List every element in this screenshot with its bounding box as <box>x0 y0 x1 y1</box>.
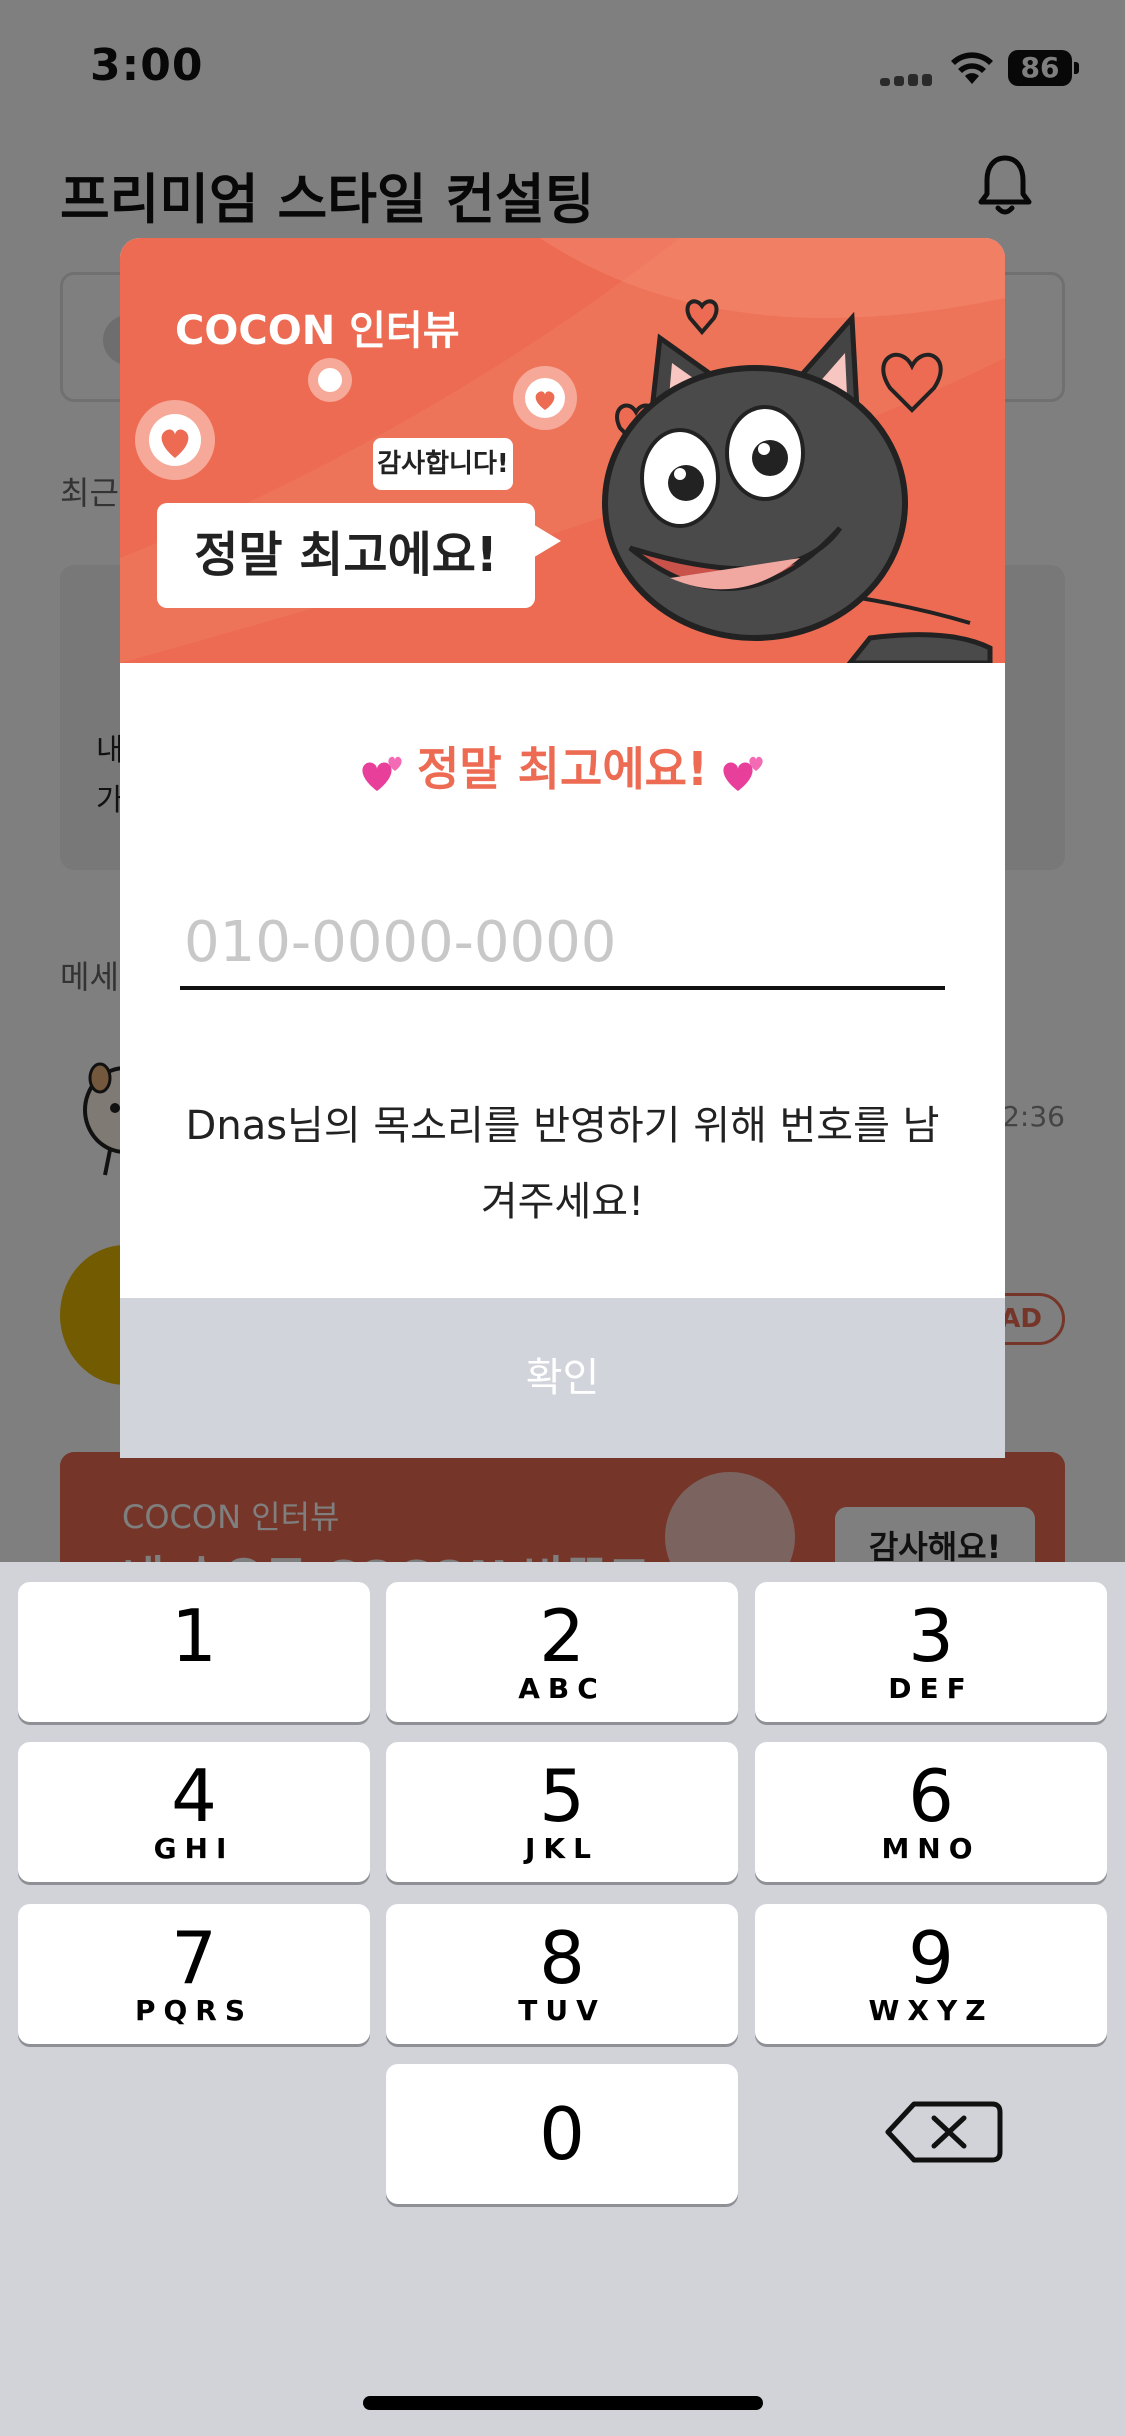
interview-modal: COCON 인터뷰 감사합니다! 정말 최고에요! 정말 최고에요! Dnas님… <box>120 238 1005 1458</box>
home-indicator[interactable] <box>363 2396 763 2410</box>
speech-bubble: 정말 최고에요! <box>157 503 561 608</box>
modal-title-row: 정말 최고에요! <box>120 733 1005 799</box>
key-3[interactable]: 3 DEF <box>755 1582 1107 1722</box>
key-digit: 3 <box>908 1594 954 1678</box>
key-7[interactable]: 7 PQRS <box>18 1904 370 2044</box>
numeric-keypad: 1 2 ABC 3 DEF 4 GHI 5 JKL 6 MNO 7 PQRS 8… <box>0 1562 1125 2436</box>
confirm-button[interactable]: 확인 <box>120 1298 1005 1458</box>
key-2[interactable]: 2 ABC <box>386 1582 738 1722</box>
key-digit: 7 <box>171 1916 217 2000</box>
cat-illustration <box>602 299 993 663</box>
key-4[interactable]: 4 GHI <box>18 1742 370 1882</box>
modal-title: 정말 최고에요! <box>417 742 708 796</box>
key-digit: 0 <box>539 2092 585 2176</box>
key-digit: 1 <box>171 1594 217 1678</box>
modal-brand: COCON 인터뷰 <box>175 308 460 354</box>
key-6[interactable]: 6 MNO <box>755 1742 1107 1882</box>
key-digit: 2 <box>539 1594 585 1678</box>
key-letters: MNO <box>881 1832 981 1865</box>
thanks-bubble: 감사합니다! <box>373 438 513 490</box>
key-letters: GHI <box>153 1832 235 1865</box>
backspace-icon[interactable] <box>862 2082 1012 2182</box>
key-digit: 4 <box>171 1754 217 1838</box>
key-8[interactable]: 8 TUV <box>386 1904 738 2044</box>
key-digit: 5 <box>539 1754 585 1838</box>
key-letters: PQRS <box>134 1994 254 2027</box>
key-digit: 9 <box>908 1916 954 2000</box>
phone-number-input[interactable] <box>180 898 945 990</box>
modal-description: Dnas님의 목소리를 반영하기 위해 번호를 남겨주세요! <box>185 1103 940 1225</box>
two-hearts-icon <box>723 756 763 791</box>
key-1[interactable]: 1 <box>18 1582 370 1722</box>
key-9[interactable]: 9 WXYZ <box>755 1904 1107 2044</box>
key-digit: 6 <box>908 1754 954 1838</box>
key-letters: ABC <box>518 1672 606 1705</box>
key-5[interactable]: 5 JKL <box>386 1742 738 1882</box>
two-hearts-icon <box>362 756 402 791</box>
key-letters: WXYZ <box>868 1994 994 2027</box>
key-digit: 8 <box>539 1916 585 2000</box>
key-0[interactable]: 0 <box>386 2064 738 2204</box>
key-letters: DEF <box>888 1672 974 1705</box>
key-letters: TUV <box>518 1994 606 2027</box>
key-letters: JKL <box>525 1832 599 1865</box>
modal-header-illustration: COCON 인터뷰 감사합니다! 정말 최고에요! <box>120 238 1005 663</box>
